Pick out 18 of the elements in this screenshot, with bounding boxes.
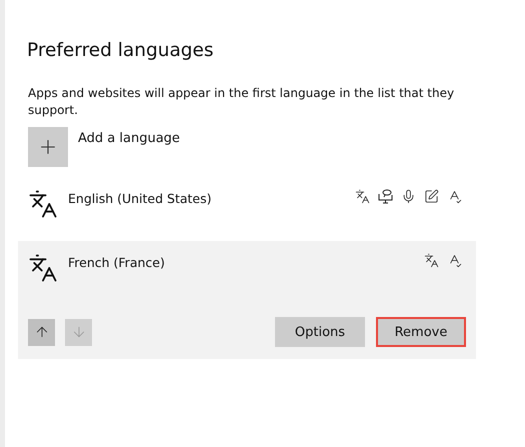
add-language-button[interactable]	[28, 127, 68, 167]
section-title: Preferred languages	[27, 40, 215, 61]
speech-monitor-icon	[378, 189, 393, 204]
language-icon	[28, 189, 58, 219]
add-language-link[interactable]: Add a language	[78, 127, 180, 146]
microphone-icon	[401, 189, 416, 204]
pen-icon	[424, 189, 439, 204]
description-text: Apps and websites will appear in the first language in the list that they support.	[28, 85, 456, 119]
move-up-button[interactable]	[28, 318, 55, 346]
remove-button[interactable]: Remove	[376, 317, 466, 347]
language-row[interactable]: French (France) Options Remove	[18, 241, 476, 359]
options-button[interactable]: Options	[275, 317, 365, 347]
language-icon	[28, 253, 58, 283]
language-row[interactable]: English (United States)	[18, 177, 476, 239]
language-icon	[424, 253, 439, 268]
language-name: English (United States)	[68, 190, 213, 206]
language-name: French (France)	[68, 254, 166, 270]
language-icon	[355, 189, 370, 204]
